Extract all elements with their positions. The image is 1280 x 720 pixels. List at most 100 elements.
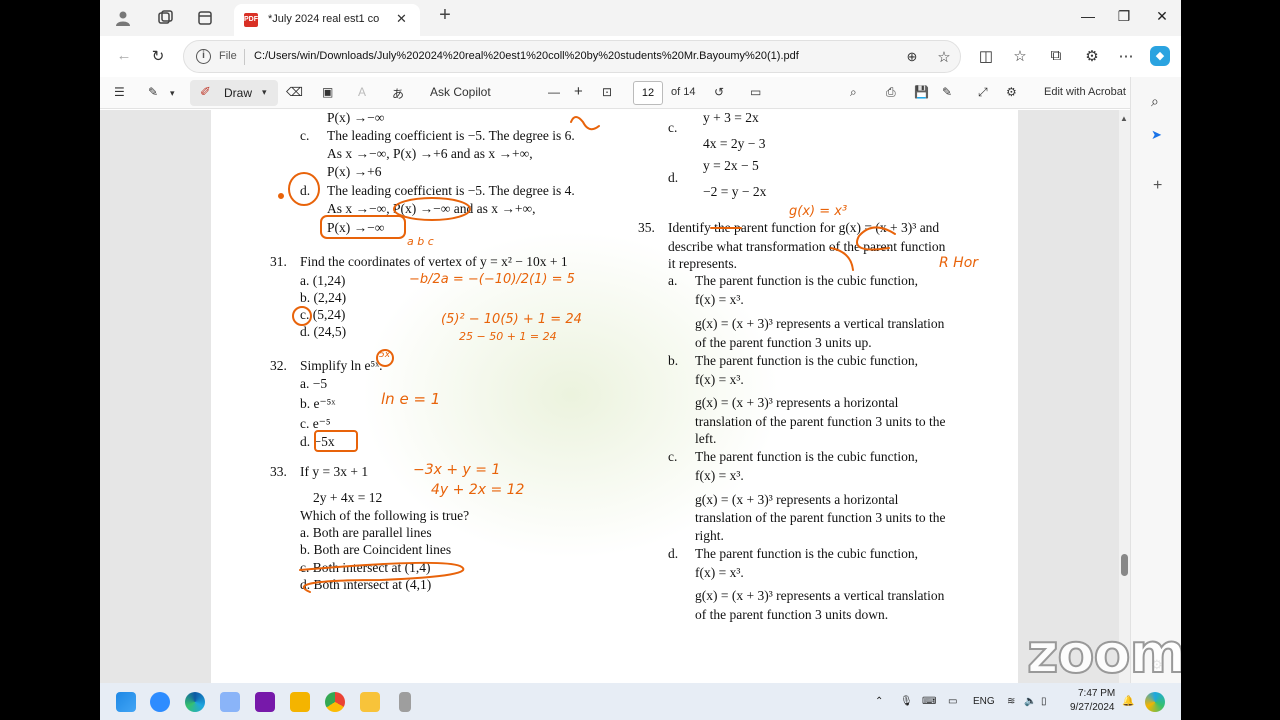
file-label: File <box>219 50 237 62</box>
tab-actions-icon[interactable] <box>196 9 214 27</box>
ask-copilot-button[interactable]: Ask Copilot <box>430 85 491 99</box>
new-tab-icon[interactable]: + <box>436 5 454 25</box>
battery-icon[interactable]: ▯ <box>1041 696 1047 707</box>
pdf-page: P(x) →−∞ c. The leading coefficient is −… <box>211 110 1018 683</box>
scrollbar-thumb[interactable] <box>1121 554 1128 576</box>
volume-icon[interactable]: 🔈 <box>1024 696 1036 707</box>
ink-annotations <box>278 116 896 593</box>
chrome-icon[interactable] <box>325 692 345 712</box>
windows-start-icon[interactable] <box>116 692 136 712</box>
tab-title: *July 2024 real est1 coll by <box>268 13 380 25</box>
taskbar: ⌃ 🎙 ⌨ ▭ ENG ≋ 🔈 ▯ 7:47 PM 9/27/2024 🔔 <box>100 683 1181 720</box>
save-as-icon[interactable]: ✎ <box>942 85 952 99</box>
fit-page-icon[interactable]: ⊡ <box>602 85 612 99</box>
page-total: of 14 <box>671 86 696 98</box>
minimize-icon[interactable]: — <box>1076 8 1100 24</box>
info-icon[interactable]: i <box>196 49 211 64</box>
title-bar: PDF *July 2024 real est1 coll by ✕ + — ❐… <box>100 0 1181 36</box>
zoom-icon[interactable]: ⊕ <box>902 49 922 65</box>
more-menu-icon[interactable]: ⋯ <box>1116 47 1136 65</box>
page-number-input[interactable]: 12 <box>633 81 663 105</box>
fullscreen-icon[interactable]: ⤢ <box>978 85 988 100</box>
document-viewport[interactable]: P(x) →−∞ c. The leading coefficient is −… <box>100 110 1130 683</box>
add-icon[interactable]: + <box>1153 177 1162 195</box>
read-aloud-icon[interactable]: A <box>358 85 366 99</box>
pdf-toolbar: ☰ ✎ ▾ ✐ Draw ▾ ⌫ ▣ A あ Ask Copilot — + ⊡… <box>100 77 1181 109</box>
notifications-icon[interactable]: 🔔 <box>1122 696 1134 707</box>
clock-time[interactable]: 7:47 PM <box>1078 688 1115 699</box>
ink-note: 4y + 2x = 12 <box>431 482 525 498</box>
chevron-up-icon[interactable]: ⌃ <box>875 696 883 707</box>
send-icon[interactable]: ➤ <box>1151 127 1162 143</box>
search-icon[interactable]: ⌕ <box>1151 93 1159 110</box>
notes-icon[interactable] <box>290 692 310 712</box>
edge-sidebar: ⌕ ➤ + ⚙ <box>1130 77 1181 683</box>
snipping-tool-icon[interactable] <box>220 692 240 712</box>
file-explorer-icon[interactable] <box>360 692 380 712</box>
copilot-taskbar-icon[interactable] <box>1145 692 1165 712</box>
favorites-icon[interactable]: ☆ <box>1010 47 1030 65</box>
usb-drive-icon[interactable] <box>399 692 411 712</box>
back-icon[interactable]: ← <box>114 47 134 64</box>
navigation-bar: ← ↻ i File C:/Users/win/Downloads/July%2… <box>100 36 1181 77</box>
close-window-icon[interactable]: ✕ <box>1150 8 1174 25</box>
zoom-app-icon[interactable] <box>150 692 170 712</box>
eraser-icon[interactable]: ⌫ <box>286 85 303 99</box>
keyboard-icon[interactable]: ⌨ <box>922 696 936 707</box>
add-text-icon[interactable]: ▣ <box>322 85 333 99</box>
language-indicator[interactable]: ENG <box>973 696 995 707</box>
favorite-star-icon[interactable]: ☆ <box>934 48 954 66</box>
ink-note: 25 − 50 + 1 = 24 <box>459 330 557 343</box>
pdf-icon: PDF <box>244 13 258 27</box>
zoom-out-icon[interactable]: — <box>548 85 560 99</box>
divider <box>244 49 245 65</box>
search-icon[interactable]: ⌕ <box>850 85 857 100</box>
ink-note: (5)² − 10(5) + 1 = 24 <box>441 312 582 327</box>
edit-with-acrobat-button[interactable]: Edit with Acrobat <box>1044 86 1126 98</box>
refresh-icon[interactable]: ↻ <box>148 47 168 65</box>
edge-icon[interactable] <box>185 692 205 712</box>
zoom-watermark-logo: zoom <box>1026 621 1181 683</box>
split-screen-icon[interactable]: ◫ <box>976 47 996 65</box>
print-icon[interactable]: ⎙ <box>886 85 896 100</box>
restore-icon[interactable]: ❐ <box>1112 8 1136 25</box>
url-text[interactable]: C:/Users/win/Downloads/July%202024%20rea… <box>254 50 799 62</box>
save-icon[interactable]: 💾 <box>914 85 929 99</box>
close-tab-icon[interactable]: ✕ <box>396 11 407 27</box>
vertical-scrollbar[interactable]: ▲ <box>1119 110 1130 683</box>
rotate-icon[interactable]: ↺ <box>714 85 724 99</box>
wifi-icon[interactable]: ≋ <box>1007 696 1015 707</box>
settings-icon[interactable]: ⚙ <box>1006 85 1017 99</box>
clock-date[interactable]: 9/27/2024 <box>1070 702 1115 713</box>
copilot-icon[interactable]: ◆ <box>1150 46 1170 66</box>
translate-icon[interactable]: あ <box>392 85 404 102</box>
ink-note: R Hor <box>939 255 979 271</box>
microphone-icon[interactable]: 🎙 <box>900 696 913 707</box>
ink-note: −b/2a = −(−10)/2(1) = 5 <box>409 272 575 287</box>
contents-icon[interactable]: ☰ <box>114 85 125 99</box>
zoom-in-icon[interactable]: + <box>574 83 583 100</box>
ink-note: ln e = 1 <box>381 390 441 408</box>
workspaces-icon[interactable] <box>156 9 174 27</box>
scroll-up-icon[interactable]: ▲ <box>1120 114 1128 123</box>
ink-note: g(x) = x³ <box>789 204 848 219</box>
chevron-down-icon: ▾ <box>262 87 267 97</box>
highlight-icon[interactable]: ✎ <box>148 85 158 99</box>
address-bar[interactable]: i File C:/Users/win/Downloads/July%20202… <box>183 40 961 73</box>
collections-icon[interactable]: ⧉ <box>1046 47 1066 64</box>
tab-pdf[interactable]: PDF *July 2024 real est1 coll by ✕ <box>234 4 420 36</box>
onenote-icon[interactable] <box>255 692 275 712</box>
profile-icon[interactable] <box>114 9 132 27</box>
ink-note: 5x <box>379 350 391 360</box>
chevron-down-icon[interactable]: ▾ <box>170 88 175 99</box>
pen-icon: ✐ <box>200 84 211 99</box>
ink-note: −3x + y = 1 <box>413 462 501 478</box>
page-view-icon[interactable]: ▭ <box>750 85 761 99</box>
draw-label: Draw <box>224 86 253 100</box>
draw-button[interactable]: ✐ Draw ▾ <box>190 80 278 106</box>
browser-window: PDF *July 2024 real est1 coll by ✕ + — ❐… <box>100 0 1181 683</box>
screen: PDF *July 2024 real est1 coll by ✕ + — ❐… <box>0 0 1280 720</box>
extensions-icon[interactable]: ⚙ <box>1082 47 1102 65</box>
ink-note: a b c <box>407 235 434 248</box>
display-icon[interactable]: ▭ <box>948 696 957 707</box>
